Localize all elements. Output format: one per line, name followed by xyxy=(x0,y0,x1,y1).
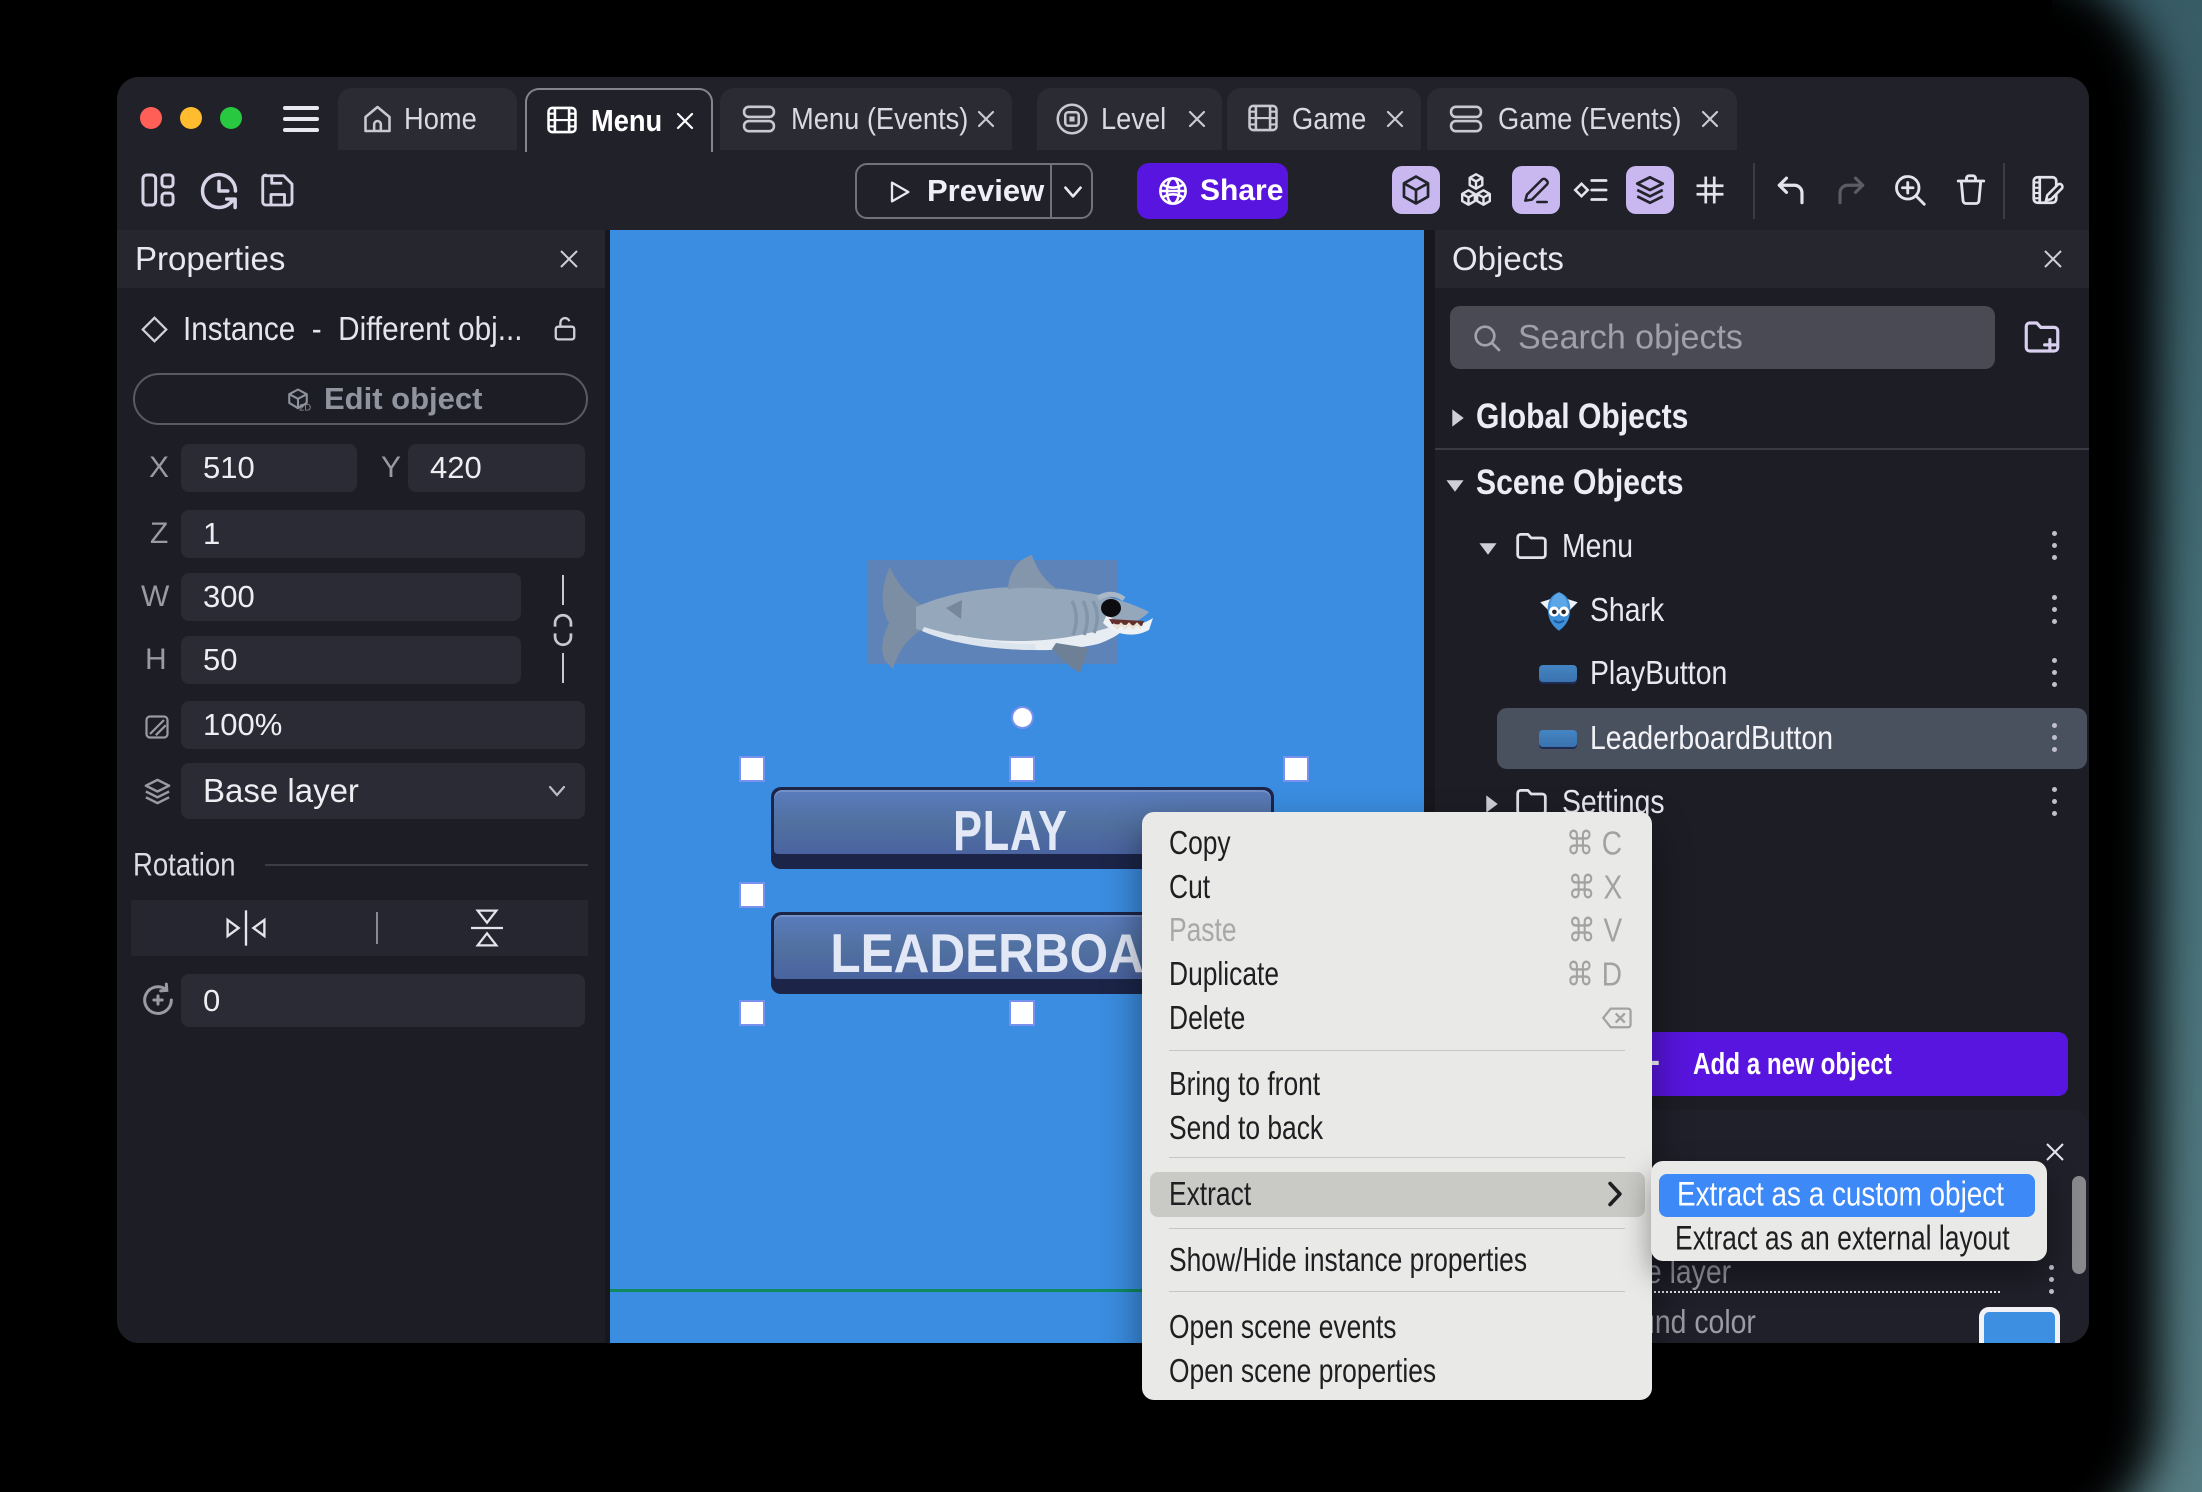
svg-text:2D: 2D xyxy=(299,403,311,413)
